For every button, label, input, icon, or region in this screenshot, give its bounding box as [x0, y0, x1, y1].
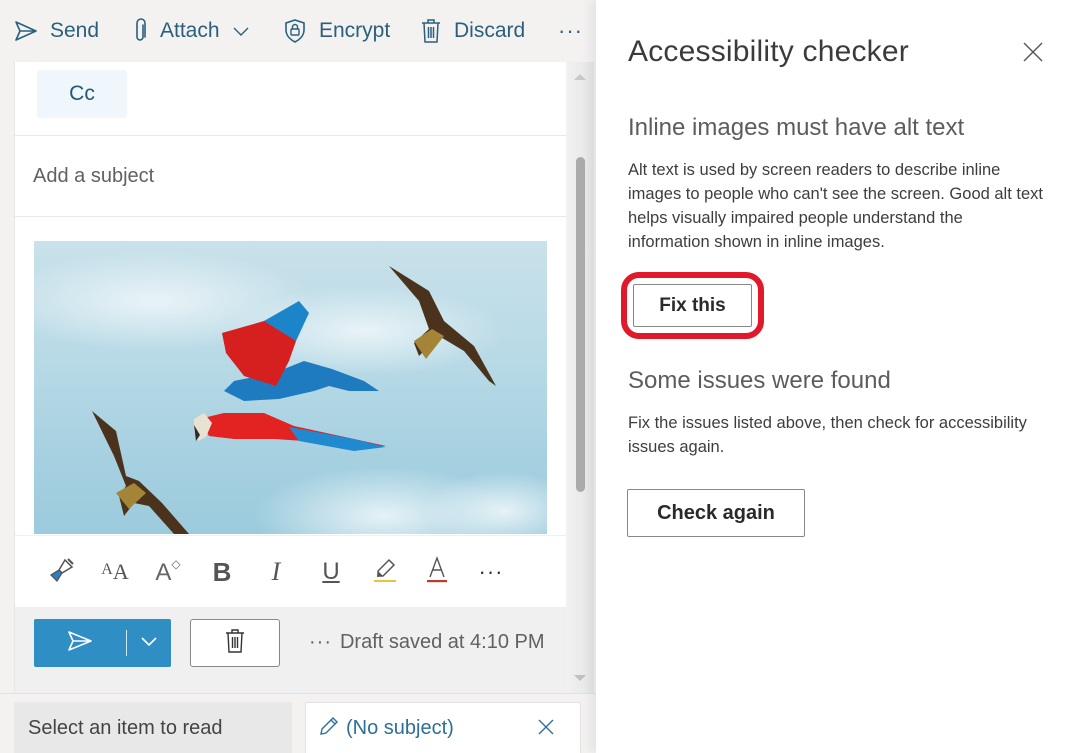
compose-scrollbar[interactable] [568, 62, 594, 693]
bold-button[interactable]: B [204, 554, 240, 590]
close-draft-tab-icon[interactable] [536, 717, 556, 742]
paperclip-icon [132, 18, 148, 44]
increase-font-icon: A◇ [155, 557, 181, 586]
send-button[interactable] [34, 619, 126, 667]
send-options-dropdown[interactable] [127, 619, 171, 667]
format-painter-button[interactable] [44, 554, 80, 590]
toolbar-discard-button[interactable]: Discard [420, 11, 525, 51]
send-split-button [34, 619, 171, 667]
close-panel-button[interactable] [1021, 40, 1045, 64]
outlook-window: Send Attach Encrypt Discard ··· Cc Add a… [0, 0, 1074, 753]
scroll-up-arrow[interactable] [574, 74, 586, 80]
send-icon [14, 20, 38, 42]
tab-draft[interactable]: (No subject) [305, 702, 581, 753]
fix-this-button[interactable]: Fix this [633, 284, 752, 327]
tab-reading-pane[interactable]: Select an item to read [14, 702, 292, 753]
scrollbar-thumb[interactable] [576, 157, 585, 492]
status-description: Fix the issues listed above, then check … [628, 414, 1027, 456]
toolbar-attach-button[interactable]: Attach [132, 11, 250, 51]
more-formatting-button[interactable]: ··· [473, 554, 509, 590]
inline-image[interactable] [34, 241, 547, 534]
subject-row [15, 136, 567, 217]
subject-input[interactable] [33, 160, 533, 192]
compose-pane: Send Attach Encrypt Discard ··· Cc Add a… [0, 0, 596, 753]
highlight-button[interactable] [367, 554, 403, 590]
draft-tab-label: (No subject) [346, 717, 454, 739]
attach-label: Attach [160, 19, 220, 42]
issue-description: Alt text is used by screen readers to de… [628, 161, 1043, 251]
birds-photo [34, 251, 547, 534]
pencil-icon [318, 715, 340, 742]
discard-label: Discard [454, 19, 526, 42]
cc-row: Cc [15, 62, 567, 136]
cc-button[interactable]: Cc [37, 70, 127, 118]
trash-icon [225, 628, 245, 659]
italic-icon: I [271, 557, 281, 586]
draft-saved-text: Draft saved at 4:10 PM [339, 631, 545, 653]
encrypt-label: Encrypt [319, 19, 391, 42]
font-size-icon: AA [101, 559, 129, 584]
toolbar-send-button[interactable]: Send [14, 11, 99, 51]
compose-actions: ··· Draft saved at 4:10 PM [15, 607, 567, 693]
message-card: Cc Add a subject AA A◇ B I U ··· ··· Dra… [14, 62, 567, 693]
font-color-button[interactable] [419, 554, 455, 590]
draft-status: ··· Draft saved at 4:10 PM [309, 631, 545, 654]
grow-font-button[interactable]: A◇ [150, 554, 186, 590]
bold-icon: B [212, 556, 232, 587]
paintbrush-icon [48, 556, 76, 589]
shield-lock-icon [283, 18, 307, 44]
send-label: Send [50, 19, 100, 42]
send-icon [67, 630, 93, 657]
accessibility-checker-panel: Accessibility checker Inline images must… [596, 0, 1074, 753]
kite-bird-left [92, 411, 189, 534]
discard-button[interactable] [190, 619, 280, 667]
format-toolbar: AA A◇ B I U ··· [15, 535, 567, 607]
toolbar-encrypt-button[interactable]: Encrypt [283, 11, 390, 51]
bottom-tabs: Select an item to read (No subject) [0, 693, 596, 753]
compose-toolbar: Send Attach Encrypt Discard ··· [0, 0, 596, 62]
more-icon: ··· [478, 559, 504, 584]
status-title: Some issues were found [628, 367, 891, 394]
check-again-button[interactable]: Check again [627, 489, 805, 537]
more-options-icon[interactable]: ··· [309, 631, 332, 654]
font-color-icon [423, 555, 451, 590]
issue-title: Inline images must have alt text [628, 114, 965, 141]
toolbar-more-button[interactable]: ··· [558, 11, 583, 51]
highlighter-icon [371, 556, 399, 589]
more-icon: ··· [558, 18, 583, 43]
font-size-button[interactable]: AA [97, 554, 133, 590]
trash-icon [420, 18, 442, 44]
scroll-down-arrow[interactable] [574, 675, 586, 681]
panel-title: Accessibility checker [628, 35, 909, 68]
underline-button[interactable]: U [313, 554, 349, 590]
underline-icon: U [322, 558, 340, 585]
chevron-down-icon[interactable] [232, 25, 250, 37]
chevron-down-icon [140, 634, 158, 652]
close-icon [1021, 42, 1045, 68]
italic-button[interactable]: I [258, 554, 294, 590]
